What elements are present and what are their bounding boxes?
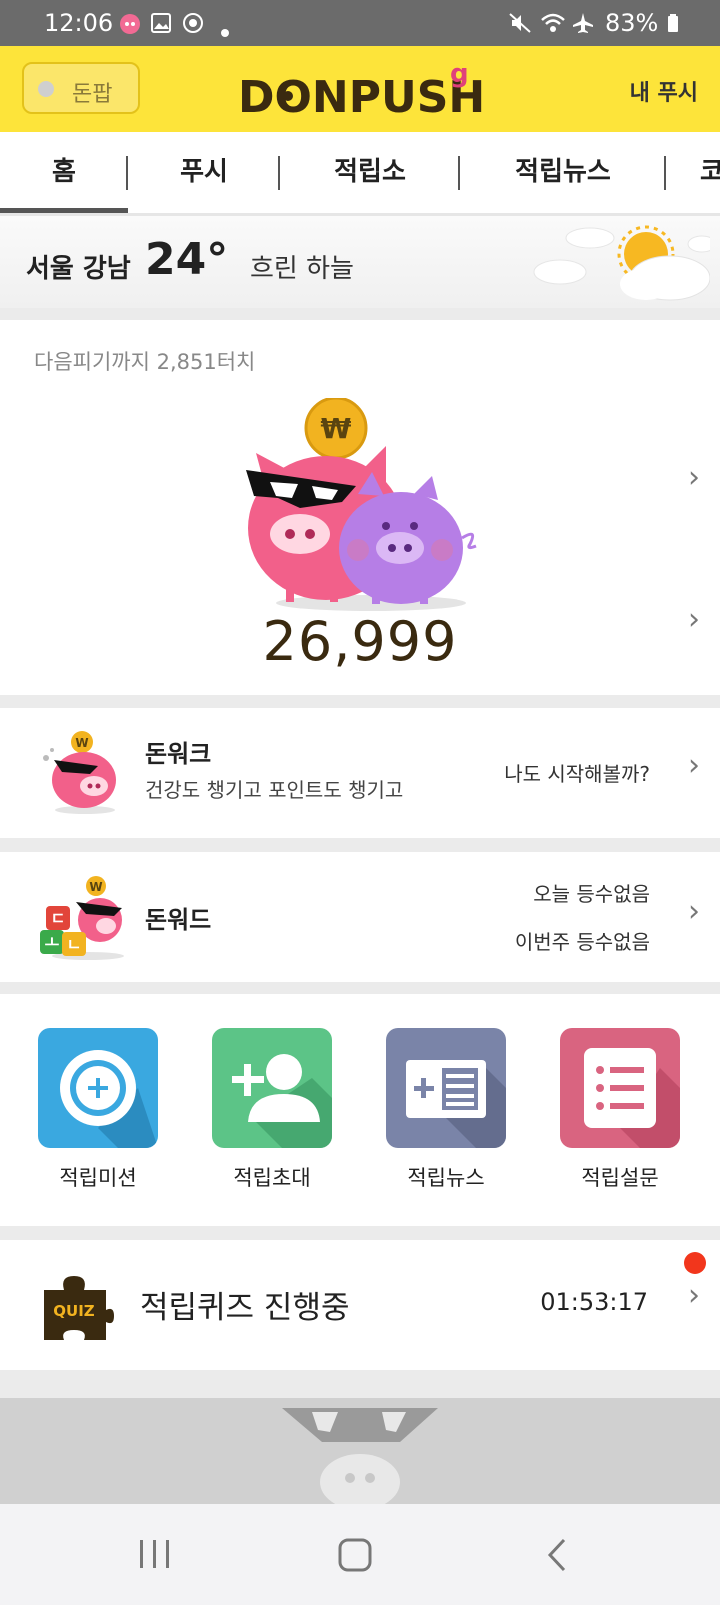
- donwalk-pig-icon: W: [43, 731, 116, 814]
- back-icon[interactable]: [546, 1538, 568, 1576]
- app-header: 돈팝 DONPUSH g 내 푸시: [0, 46, 720, 132]
- mission-plus-icon: [38, 1028, 158, 1148]
- chrome-notification-icon: [182, 12, 204, 40]
- donwalk-row[interactable]: W 돈워크 건강도 챙기고 포인트도 챙기고 나도 시작해볼까? ›: [0, 708, 720, 838]
- weather-temperature: 24°: [145, 234, 229, 285]
- donpop-toggle-button[interactable]: 돈팝: [22, 62, 140, 114]
- my-push-button[interactable]: 내 푸시: [630, 75, 698, 107]
- logo-superscript: g: [450, 59, 469, 89]
- tab-overflow[interactable]: 코: [700, 132, 720, 213]
- tile-letter: ㅗ: [45, 933, 60, 952]
- status-bar: 12:06 83%: [0, 0, 720, 46]
- points-card[interactable]: 다음피기까지 2,851터치 ₩ › › 26,999: [0, 320, 720, 695]
- donpop-label: 돈팝: [72, 82, 113, 107]
- donwalk-coin-symbol: W: [75, 736, 88, 750]
- donwalk-title: 돈워크: [145, 740, 212, 768]
- tab-earn-news[interactable]: 적립뉴스: [460, 132, 666, 213]
- weather-banner[interactable]: 서울 강남 24° 흐린 하늘: [0, 216, 720, 308]
- earn-news-button[interactable]: 적립뉴스: [386, 1028, 506, 1192]
- tab-earn-place[interactable]: 적립소: [280, 132, 460, 213]
- chevron-right-icon[interactable]: ›: [688, 1278, 700, 1313]
- earn-invite-label: 적립초대: [233, 1166, 311, 1190]
- tile-letter: ㄷ: [51, 909, 66, 928]
- earn-mission-button[interactable]: 적립미션: [38, 1028, 158, 1192]
- logo-text: DONPUSH: [238, 72, 483, 122]
- mute-icon: [508, 12, 532, 40]
- system-navigation-bar: [0, 1504, 720, 1605]
- earn-mission-label: 적립미션: [59, 1166, 137, 1190]
- battery-icon: [668, 14, 678, 32]
- earn-survey-button[interactable]: 적립설문: [560, 1028, 680, 1192]
- earn-invite-button[interactable]: 적립초대: [212, 1028, 332, 1192]
- home-icon[interactable]: [338, 1538, 372, 1576]
- earn-news-label: 적립뉴스: [407, 1166, 485, 1190]
- weather-condition: 흐린 하늘: [250, 254, 354, 284]
- donpop-toggle-indicator-icon: [38, 81, 54, 97]
- gallery-notification-icon: [150, 12, 172, 40]
- donword-week-rank: 이번주 등수없음: [514, 930, 650, 954]
- donword-title: 돈워드: [145, 906, 212, 934]
- new-alert-dot-icon: [684, 1252, 706, 1274]
- battery-level: 83%: [605, 9, 680, 37]
- donword-coin-symbol: W: [89, 880, 102, 894]
- news-icon: [386, 1028, 506, 1148]
- earn-survey-label: 적립설문: [581, 1166, 659, 1190]
- quiz-icon-text: QUIZ: [53, 1302, 95, 1320]
- more-notifications-dot-icon: [220, 16, 230, 44]
- donpush-logo: DONPUSH g: [238, 59, 483, 122]
- piggy-bank-pigs-icon: ₩: [246, 398, 477, 611]
- quiz-title: 적립퀴즈 진행중: [140, 1290, 350, 1326]
- weather-location: 서울 강남: [26, 254, 131, 284]
- coin-symbol: ₩: [321, 412, 352, 445]
- quiz-puzzle-icon: QUIZ: [44, 1276, 114, 1340]
- donword-pig-icon: W ㄷ ㅗ ㄴ: [40, 876, 124, 960]
- tab-push[interactable]: 푸시: [128, 132, 280, 213]
- points-amount: 26,999: [262, 610, 458, 673]
- donword-row[interactable]: W ㄷ ㅗ ㄴ 돈워드 오늘 등수없음 이번주 등수없음 ›: [0, 852, 720, 982]
- earn-menu-grid: 적립미션 적립초대 적립뉴스 적립설문: [0, 994, 720, 1226]
- airplane-mode-icon: [572, 12, 594, 40]
- quiz-timer: 01:53:17: [540, 1288, 648, 1316]
- earn-quiz-row[interactable]: QUIZ 적립퀴즈 진행중 01:53:17 ›: [0, 1240, 720, 1370]
- survey-list-icon: [560, 1028, 680, 1148]
- sun-cloud-icon: [533, 225, 710, 301]
- next-level-text: 다음피기까지 2,851터치: [34, 350, 256, 374]
- tab-divider: [664, 156, 666, 190]
- chevron-right-icon[interactable]: ›: [688, 894, 700, 929]
- donpush-notification-icon: [118, 12, 142, 40]
- donwalk-cta: 나도 시작해볼까?: [504, 762, 650, 786]
- donwalk-subtitle: 건강도 챙기고 포인트도 챙기고: [145, 778, 404, 802]
- main-tab-bar: 홈 푸시 적립소 적립뉴스 코: [0, 132, 720, 216]
- wifi-icon: [540, 12, 566, 40]
- tab-home[interactable]: 홈: [0, 132, 128, 213]
- recent-apps-icon[interactable]: [138, 1538, 172, 1574]
- faded-pig-icon: [282, 1408, 438, 1504]
- bottom-banner[interactable]: [0, 1398, 720, 1504]
- donword-today-rank: 오늘 등수없음: [533, 882, 650, 906]
- status-time: 12:06: [44, 9, 114, 37]
- chevron-right-icon[interactable]: ›: [688, 748, 700, 783]
- chevron-right-icon[interactable]: ›: [688, 460, 700, 495]
- tile-letter: ㄴ: [67, 935, 82, 954]
- battery-percent: 83%: [605, 9, 659, 37]
- active-tab-indicator: [0, 208, 128, 213]
- invite-user-icon: [212, 1028, 332, 1148]
